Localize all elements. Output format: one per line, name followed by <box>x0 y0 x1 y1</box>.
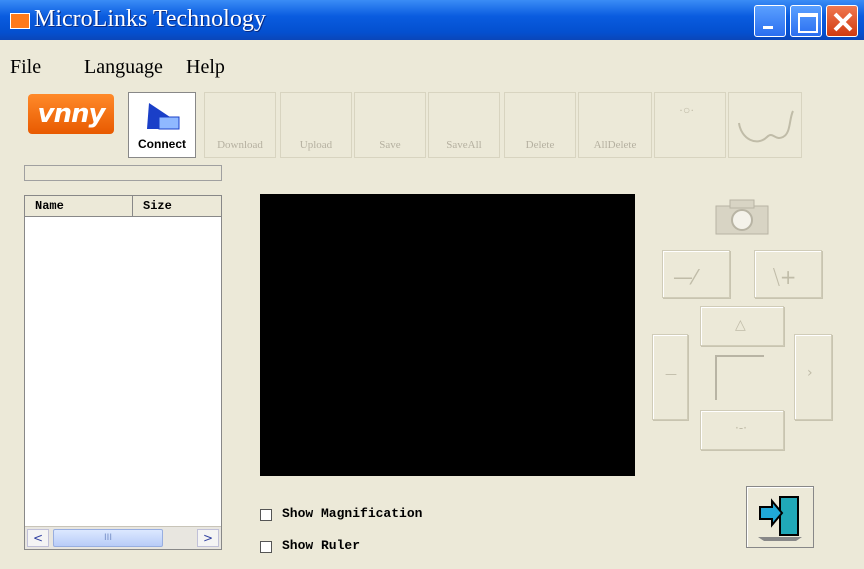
scroll-right-icon[interactable]: > <box>197 529 219 547</box>
download-button[interactable]: Download <box>204 92 276 158</box>
center-button[interactable] <box>714 352 768 402</box>
title-bar: MicroLinks Technology <box>0 0 864 40</box>
menu-language[interactable]: Language <box>84 56 163 79</box>
delete-label: Delete <box>525 139 555 151</box>
show-ruler-label: Show Ruler <box>282 538 361 553</box>
upload-button[interactable]: Upload <box>280 92 352 158</box>
up-icon: △ <box>735 317 746 333</box>
download-label: Download <box>217 139 263 151</box>
horizontal-scrollbar[interactable]: < III > <box>25 526 221 549</box>
minimize-button[interactable] <box>754 5 786 37</box>
saveall-label: SaveAll <box>446 139 482 151</box>
alldelete-label: AllDelete <box>593 139 637 151</box>
maximize-button[interactable] <box>790 5 822 37</box>
upload-label: Upload <box>299 139 333 151</box>
menu-help[interactable]: Help <box>186 56 225 79</box>
close-button[interactable] <box>826 5 858 37</box>
zoom-in-button[interactable]: ⧹+ <box>754 250 822 298</box>
file-list[interactable]: Name Size < III > <box>24 195 222 550</box>
close-icon <box>833 12 853 32</box>
show-magnification-checkbox[interactable] <box>260 509 272 521</box>
camera-icon <box>715 199 769 235</box>
show-magnification-label: Show Magnification <box>282 506 423 521</box>
save-button[interactable]: Save <box>354 92 426 158</box>
connect-label: Connect <box>138 137 186 151</box>
pan-up-button[interactable]: △ <box>700 306 784 346</box>
menu-file[interactable]: File <box>10 56 41 79</box>
scroll-thumb[interactable]: III <box>53 529 163 547</box>
scroll-left-icon[interactable]: < <box>27 529 49 547</box>
camera-small-icon: ·○· <box>679 103 695 117</box>
show-ruler-checkbox[interactable] <box>260 541 272 553</box>
vnny-logo: vnny <box>28 94 114 134</box>
connect-icon <box>147 103 180 130</box>
down-icon: ·-· <box>735 421 747 435</box>
alldelete-button[interactable]: AllDelete <box>578 92 652 158</box>
handwrite-icon <box>738 110 794 143</box>
snapshot-button[interactable] <box>708 196 774 238</box>
pan-right-button[interactable]: › <box>794 334 832 420</box>
exit-door-icon <box>758 496 802 541</box>
saveall-button[interactable]: SaveAll <box>428 92 500 158</box>
exit-button[interactable] <box>746 486 814 548</box>
right-icon: › <box>807 365 813 381</box>
center-icon <box>715 355 764 400</box>
delete-button[interactable]: Delete <box>504 92 576 158</box>
zoom-out-button[interactable]: —⁄ <box>662 250 730 298</box>
column-name[interactable]: Name <box>35 199 64 213</box>
disabled-tool-button[interactable]: ·○· <box>654 92 726 158</box>
zoom-out-icon: —⁄ <box>673 265 697 289</box>
app-icon <box>10 13 30 29</box>
video-preview <box>260 194 635 476</box>
pan-left-button[interactable]: — <box>652 334 688 420</box>
window-title: MicroLinks Technology <box>34 6 266 32</box>
progress-bar <box>24 165 222 181</box>
menu-bar: File Language Help <box>0 52 864 80</box>
connect-button[interactable]: Connect <box>128 92 196 158</box>
handwrite-button[interactable] <box>728 92 802 158</box>
left-icon: — <box>665 367 677 381</box>
pan-down-button[interactable]: ·-· <box>700 410 784 450</box>
column-size[interactable]: Size <box>143 199 172 213</box>
zoom-in-icon: ⧹+ <box>773 265 797 289</box>
file-list-header: Name Size <box>25 196 221 217</box>
save-label: Save <box>379 139 401 151</box>
